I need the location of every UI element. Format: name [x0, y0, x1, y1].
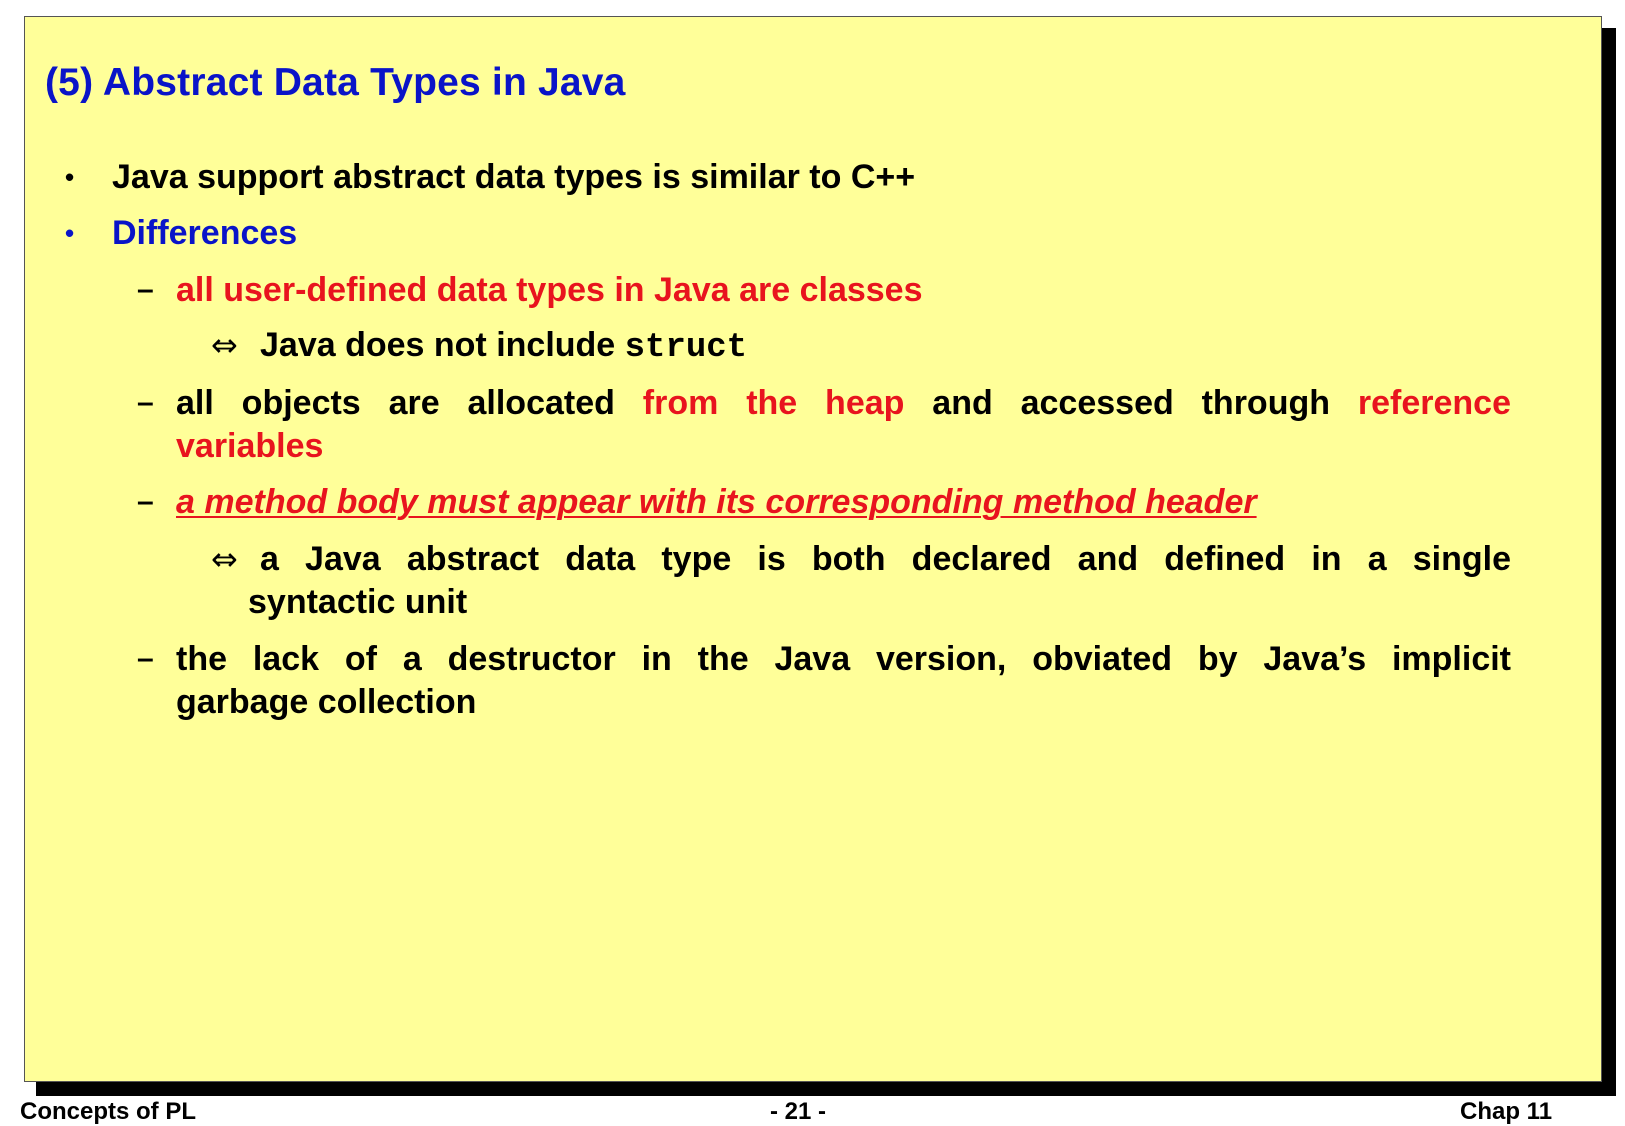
dash-marker-2: –	[137, 386, 154, 419]
bullet-1-text: Java support abstract data types is simi…	[112, 158, 916, 196]
sub-item-2-part-d: reference	[1357, 384, 1511, 422]
sub-item-4-line-2: garbage collection	[176, 683, 477, 721]
bullet-marker-2: •	[65, 218, 75, 248]
dash-marker-1: –	[137, 273, 154, 306]
struct-keyword: struct	[624, 329, 748, 367]
bullet-marker-1: •	[65, 162, 75, 192]
footer-course-name: Concepts of PL	[20, 1098, 197, 1125]
slide-title: (5) Abstract Data Types in Java	[45, 61, 626, 104]
sub-item-2-line-2: variables	[176, 427, 324, 465]
slide: (5) Abstract Data Types in Java • Java s…	[24, 16, 1602, 1082]
footer-page-number: - 21 -	[770, 1098, 827, 1125]
sub-item-3-nested-line-1: a Java abstract data type is both declar…	[260, 540, 1511, 578]
sub-item-4-line-1: the lack of a destructor in the Java ver…	[176, 640, 1511, 678]
equiv-arrow-icon: ⇔	[211, 540, 238, 578]
sub-item-1-text: all user-defined data types in Java are …	[176, 271, 923, 309]
dash-marker-3: –	[137, 485, 154, 518]
sub-item-2-line-1: all objects are allocated from the heap …	[176, 381, 1511, 425]
sub-item-1-nested-text: Java does not include	[260, 326, 625, 364]
sub-item-2-part-c: and accessed through	[904, 384, 1358, 422]
bullet-2-text: Differences	[112, 214, 298, 252]
equiv-arrow-icon: ⇔	[211, 326, 238, 364]
sub-item-3-text: a method body must appear with its corre…	[176, 483, 1257, 521]
sub-item-2-part-a: all objects are allocated	[176, 384, 643, 422]
sub-item-2-part-b: from the heap	[642, 384, 905, 422]
sub-item-1-nested: Java does not include struct	[260, 323, 747, 370]
dash-marker-4: –	[137, 642, 154, 675]
sub-item-3-nested-line-2: syntactic unit	[248, 583, 468, 621]
footer-chapter: Chap 11	[1460, 1098, 1553, 1125]
